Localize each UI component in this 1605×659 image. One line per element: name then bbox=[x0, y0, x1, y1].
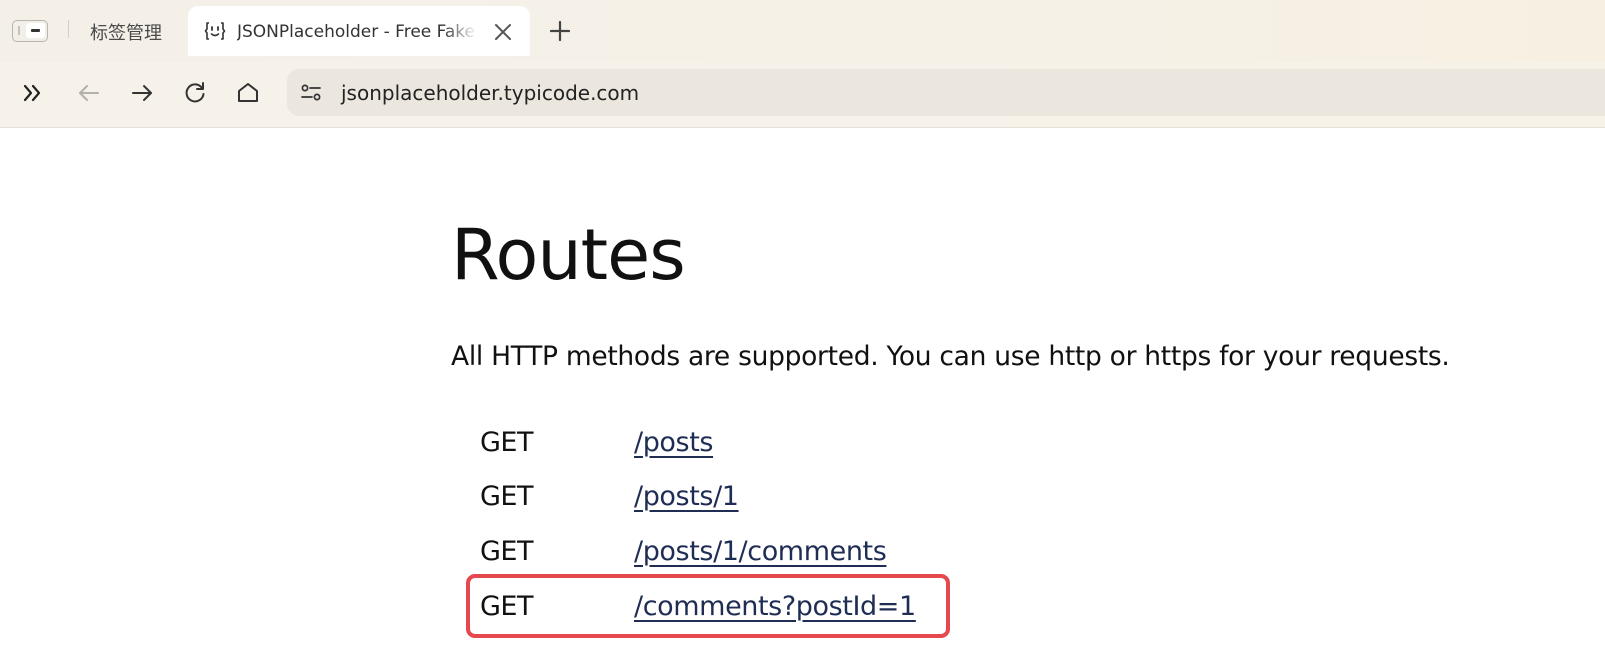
plus-icon[interactable] bbox=[547, 18, 573, 44]
tab-tag-management[interactable]: 标签管理 bbox=[76, 12, 180, 52]
route-link-post-1[interactable]: /posts/1 bbox=[634, 473, 739, 521]
route-method: GET bbox=[480, 427, 533, 458]
route-row: GET /posts/1 bbox=[451, 473, 971, 521]
navigation-toolbar: jsonplaceholder.typicode.com bbox=[0, 62, 1605, 128]
page-title: Routes bbox=[451, 214, 686, 296]
route-row: GET /posts bbox=[451, 419, 971, 467]
jsonplaceholder-face-icon bbox=[204, 22, 226, 40]
address-bar[interactable]: jsonplaceholder.typicode.com bbox=[287, 69, 1605, 116]
route-link-posts[interactable]: /posts bbox=[634, 419, 713, 467]
tab-bar: 标签管理 JSONPlaceholder - Free Fake REST AP… bbox=[0, 0, 1605, 62]
route-method: GET bbox=[480, 591, 533, 622]
route-row: GET /comments?postId=1 bbox=[451, 583, 971, 631]
tab-label: 标签管理 bbox=[90, 23, 162, 44]
route-link-post-1-comments[interactable]: /posts/1/comments bbox=[634, 528, 887, 576]
home-icon[interactable] bbox=[234, 79, 262, 107]
route-method: GET bbox=[480, 536, 533, 567]
sidebar-toggle-icon[interactable] bbox=[12, 20, 48, 42]
tab-jsonplaceholder[interactable]: JSONPlaceholder - Free Fake REST API bbox=[188, 6, 530, 56]
page-content: Routes All HTTP methods are supported. Y… bbox=[0, 128, 1605, 659]
close-icon[interactable] bbox=[492, 21, 514, 43]
arrow-right-icon[interactable] bbox=[128, 79, 156, 107]
intro-text: All HTTP methods are supported. You can … bbox=[451, 341, 1450, 372]
tab-label: JSONPlaceholder - Free Fake REST API bbox=[237, 22, 477, 42]
tab-separator bbox=[68, 20, 69, 38]
route-row: GET /posts/1/comments bbox=[451, 528, 971, 576]
route-link-comments-postid[interactable]: /comments?postId=1 bbox=[634, 583, 916, 631]
arrow-left-icon[interactable] bbox=[75, 79, 103, 107]
reload-icon[interactable] bbox=[181, 79, 209, 107]
url-text[interactable]: jsonplaceholder.typicode.com bbox=[341, 79, 639, 107]
site-settings-icon[interactable] bbox=[300, 82, 322, 104]
double-chevron-right-icon[interactable] bbox=[18, 79, 46, 107]
route-method: GET bbox=[480, 481, 533, 512]
